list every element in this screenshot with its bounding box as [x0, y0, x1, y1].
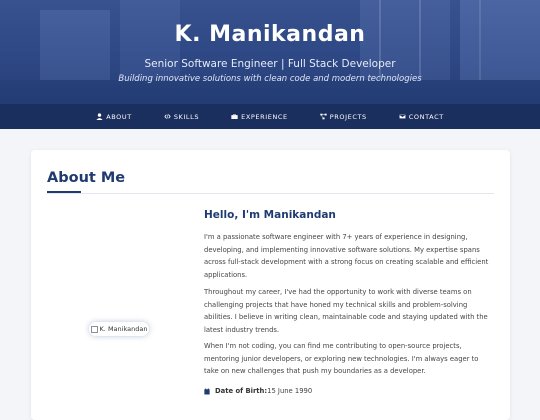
about-card: About Me K. Manikandan Hello, I'm Manika…: [31, 150, 510, 420]
broken-image-icon: [90, 325, 98, 333]
nav-label: CONTACT: [408, 112, 444, 121]
project-diagram-icon: [320, 113, 327, 120]
office-background-image: [0, 0, 540, 104]
nav-label: ABOUT: [106, 112, 132, 121]
dob-label: Date of Birth:: [215, 387, 268, 395]
code-icon: [164, 114, 171, 119]
nav-label: EXPERIENCE: [241, 112, 288, 121]
main-nav: ABOUT SKILLS EXPERIENCE PROJECTS CONTACT: [0, 104, 540, 129]
job-subtitle: Senior Software Engineer | Full Stack De…: [144, 58, 396, 70]
envelope-icon: [398, 114, 406, 119]
about-paragraph: When I'm not coding, you can find me con…: [204, 342, 479, 376]
date-of-birth: Date of Birth: 15 June 1990: [204, 387, 312, 395]
dob-value: 15 June 1990: [267, 387, 313, 395]
nav-item-about[interactable]: ABOUT: [96, 113, 132, 121]
profile-photo-alt: K. Manikandan: [99, 325, 148, 333]
hero-header: K. Manikandan Senior Software Engineer |…: [0, 0, 540, 104]
divider: [47, 193, 494, 194]
briefcase-icon: [231, 114, 238, 119]
nav-item-projects[interactable]: PROJECTS: [320, 113, 367, 121]
profile-photo: K. Manikandan: [89, 322, 149, 336]
user-icon: [96, 113, 103, 120]
nav-label: PROJECTS: [329, 112, 367, 121]
calendar-icon: [204, 387, 210, 394]
about-paragraph: I'm a passionate software engineer with …: [204, 233, 489, 280]
section-title: About Me: [47, 170, 126, 186]
greeting-heading: Hello, I'm Manikandan: [204, 209, 336, 221]
page-title: K. Manikandan: [174, 22, 366, 47]
nav-label: SKILLS: [173, 112, 200, 121]
tagline: Building innovative solutions with clean…: [118, 74, 422, 84]
nav-item-experience[interactable]: EXPERIENCE: [231, 113, 288, 121]
nav-item-contact[interactable]: CONTACT: [398, 112, 444, 121]
about-paragraph: Throughout my career, I've had the oppor…: [204, 288, 488, 335]
nav-item-skills[interactable]: SKILLS: [164, 113, 199, 121]
